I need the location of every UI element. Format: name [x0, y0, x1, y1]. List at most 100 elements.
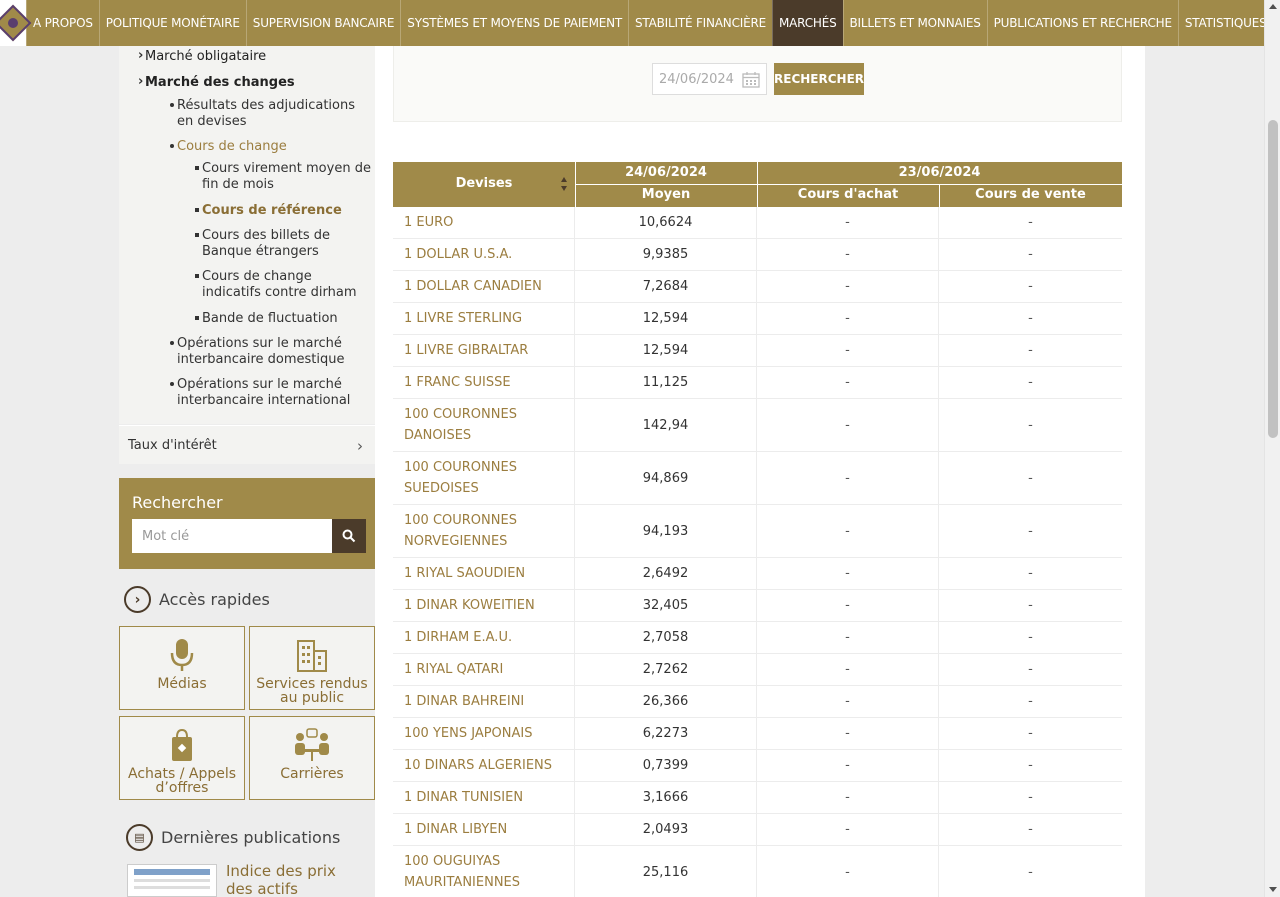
table-header: Devises 24/06/2024 Moyen 23/06/2024 Cour… — [393, 162, 1122, 207]
cell-cours-vente: - — [1028, 417, 1033, 433]
cell-moyen: 142,94 — [575, 399, 757, 451]
publications-title: Dernières publications — [161, 828, 341, 847]
cell-devise[interactable]: 100 YENS JAPONAIS — [393, 718, 575, 749]
nav-item-supervision-bancaire[interactable]: SUPERVISION BANCAIRE — [245, 0, 401, 46]
search-icon — [342, 529, 356, 543]
tile-achats-label: Achats / Appels d’offres — [127, 766, 237, 796]
cell-moyen: 2,6492 — [575, 558, 757, 589]
nav-item-statistiques[interactable]: STATISTIQUES — [1177, 0, 1273, 46]
page-scrollbar[interactable] — [1264, 0, 1280, 897]
cell-devise[interactable]: 1 DOLLAR U.S.A. — [393, 239, 575, 270]
cell-devise[interactable]: 100 COURONNES SUEDOISES — [393, 452, 575, 504]
cell-devise[interactable]: 1 DINAR KOWEITIEN — [393, 590, 575, 621]
header-date-current: 24/06/2024 — [625, 165, 707, 180]
cell-devise[interactable]: 1 RIYAL QATARI — [393, 654, 575, 685]
cell-devise[interactable]: 1 EURO — [393, 207, 575, 238]
table-row: 10 DINARS ALGERIENS 0,7399- - — [393, 750, 1122, 782]
menu-item-cours-virement[interactable]: Cours virement moyen de fin de mois — [195, 161, 372, 193]
menu-item-marche-obligataire[interactable]: Marché obligataire — [138, 48, 266, 65]
cell-cours-achat: - — [757, 590, 939, 621]
bank-logo[interactable] — [0, 0, 32, 46]
tile-medias[interactable]: Médias — [119, 626, 245, 710]
cell-cours-achat: - — [757, 718, 939, 749]
cell-cours-vente: - — [1028, 470, 1033, 486]
table-row: 1 DOLLAR CANADIEN 7,2684- - — [393, 271, 1122, 303]
cell-devise[interactable]: 1 RIYAL SAOUDIEN — [393, 558, 575, 589]
cell-cours-achat: - — [757, 303, 939, 334]
cell-devise[interactable]: 1 DOLLAR CANADIEN — [393, 271, 575, 302]
nav-item-publications-recherche[interactable]: PUBLICATIONS ET RECHERCHE — [986, 0, 1178, 46]
table-row: 100 COURONNES DANOISES 142,94- - — [393, 399, 1122, 452]
cell-devise[interactable]: 100 OUGUIYAS MAURITANIENNES — [393, 846, 575, 897]
header-devises[interactable]: Devises — [393, 176, 575, 191]
menu-item-cours-de-change[interactable]: Cours de change — [170, 139, 367, 155]
publication-thumbnail[interactable] — [127, 864, 217, 897]
header-date-previous: 23/06/2024 — [898, 165, 981, 180]
publications-header: ▤ Dernières publications — [126, 824, 340, 851]
menu-item-taux-interet[interactable]: Taux d'intérêt › — [119, 425, 375, 464]
cell-moyen: 0,7399 — [575, 750, 757, 781]
scroll-thumb[interactable] — [1268, 120, 1278, 438]
table-row: 100 COURONNES SUEDOISES 94,869- - — [393, 452, 1122, 505]
menu-item-ops-domestique[interactable]: Opérations sur le marché interbancaire d… — [170, 336, 367, 368]
cell-devise[interactable]: 1 LIVRE GIBRALTAR — [393, 335, 575, 366]
cell-cours-vente: - — [1028, 662, 1033, 677]
menu-item-marche-changes[interactable]: Marché des changes — [138, 74, 295, 91]
calendar-icon[interactable] — [742, 71, 760, 88]
menu-item-bande-fluctuation[interactable]: Bande de fluctuation — [195, 311, 372, 327]
cell-devise[interactable]: 1 LIVRE STERLING — [393, 303, 575, 334]
header-moyen: Moyen — [641, 187, 691, 202]
cell-devise[interactable]: 1 DIRHAM E.A.U. — [393, 622, 575, 653]
book-icon: ▤ — [126, 824, 153, 851]
sidebar-menu: Marché obligataire Marché des changes Ré… — [119, 46, 375, 424]
menu-item-ops-international[interactable]: Opérations sur le marché interbancaire i… — [170, 377, 367, 409]
tile-carrieres-label: Carrières — [280, 766, 344, 782]
sidebar-search-panel: Rechercher Mot clé — [119, 478, 375, 569]
cell-devise[interactable]: 1 DINAR TUNISIEN — [393, 782, 575, 813]
menu-item-cours-indicatifs[interactable]: Cours de change indicatifs contre dirham — [195, 269, 372, 301]
menu-item-cours-billets[interactable]: Cours des billets de Banque étrangers — [195, 228, 372, 260]
cell-moyen: 11,125 — [575, 367, 757, 398]
cell-moyen: 94,193 — [575, 505, 757, 557]
publication-link[interactable]: Indice des prix des actifs immobiliers - — [226, 862, 366, 897]
rechercher-button[interactable]: RECHERCHER — [774, 63, 864, 95]
cell-cours-vente: - — [1028, 523, 1033, 539]
menu-item-resultats-adjudications[interactable]: Résultats des adjudications en devises — [170, 98, 367, 130]
chevron-right-icon: › — [357, 437, 363, 455]
cell-moyen: 10,6624 — [575, 207, 757, 238]
nav-item-politique-monetaire[interactable]: POLITIQUE MONÉTAIRE — [98, 0, 246, 46]
search-submit-button[interactable] — [332, 519, 366, 553]
nav-item-marches[interactable]: MARCHÉS — [772, 0, 843, 46]
chevron-circle-icon: › — [124, 586, 151, 613]
tile-carrieres[interactable]: Carrières — [249, 716, 375, 800]
cell-devise[interactable]: 100 COURONNES NORVEGIENNES — [393, 505, 575, 557]
tile-services[interactable]: Services rendus au public — [249, 626, 375, 710]
cell-devise[interactable]: 10 DINARS ALGERIENS — [393, 750, 575, 781]
scroll-down-arrow-icon[interactable] — [1269, 887, 1277, 892]
sort-icon[interactable] — [560, 176, 568, 192]
cell-cours-vente: - — [1028, 343, 1033, 358]
table-body: 1 EURO 10,6624- -1 DOLLAR U.S.A. 9,9385- -1 … — [393, 207, 1122, 897]
tile-achats[interactable]: Achats / Appels d’offres — [119, 716, 245, 800]
cell-devise[interactable]: 100 COURONNES DANOISES — [393, 399, 575, 451]
cell-cours-achat: - — [757, 558, 939, 589]
cell-devise[interactable]: 1 DINAR BAHREINI — [393, 686, 575, 717]
date-input[interactable]: 24/06/2024 — [652, 63, 767, 95]
table-row: 1 DINAR KOWEITIEN 32,405- - — [393, 590, 1122, 622]
keyword-search-input[interactable]: Mot clé — [132, 519, 332, 553]
table-row: 1 FRANC SUISSE 11,125- - — [393, 367, 1122, 399]
cell-cours-achat: - — [757, 846, 939, 897]
scroll-up-arrow-icon[interactable] — [1269, 4, 1277, 9]
nav-item-a-propos[interactable]: A PROPOS — [26, 0, 99, 46]
cell-devise[interactable]: 1 DINAR LIBYEN — [393, 814, 575, 845]
nav-item-systemes-paiement[interactable]: SYSTÈMES ET MOYENS DE PAIEMENT — [400, 0, 628, 46]
cell-devise[interactable]: 1 FRANC SUISSE — [393, 367, 575, 398]
quick-access-header: › Accès rapides — [124, 586, 270, 613]
menu-item-cours-reference[interactable]: Cours de référence — [195, 203, 372, 219]
cell-cours-achat: - — [757, 207, 939, 238]
cell-moyen: 32,405 — [575, 590, 757, 621]
meeting-people-icon — [295, 728, 329, 761]
search-title: Rechercher — [132, 493, 223, 512]
nav-item-stabilite-financiere[interactable]: STABILITÉ FINANCIÈRE — [628, 0, 772, 46]
nav-item-billets-monnaies[interactable]: BILLETS ET MONNAIES — [842, 0, 987, 46]
